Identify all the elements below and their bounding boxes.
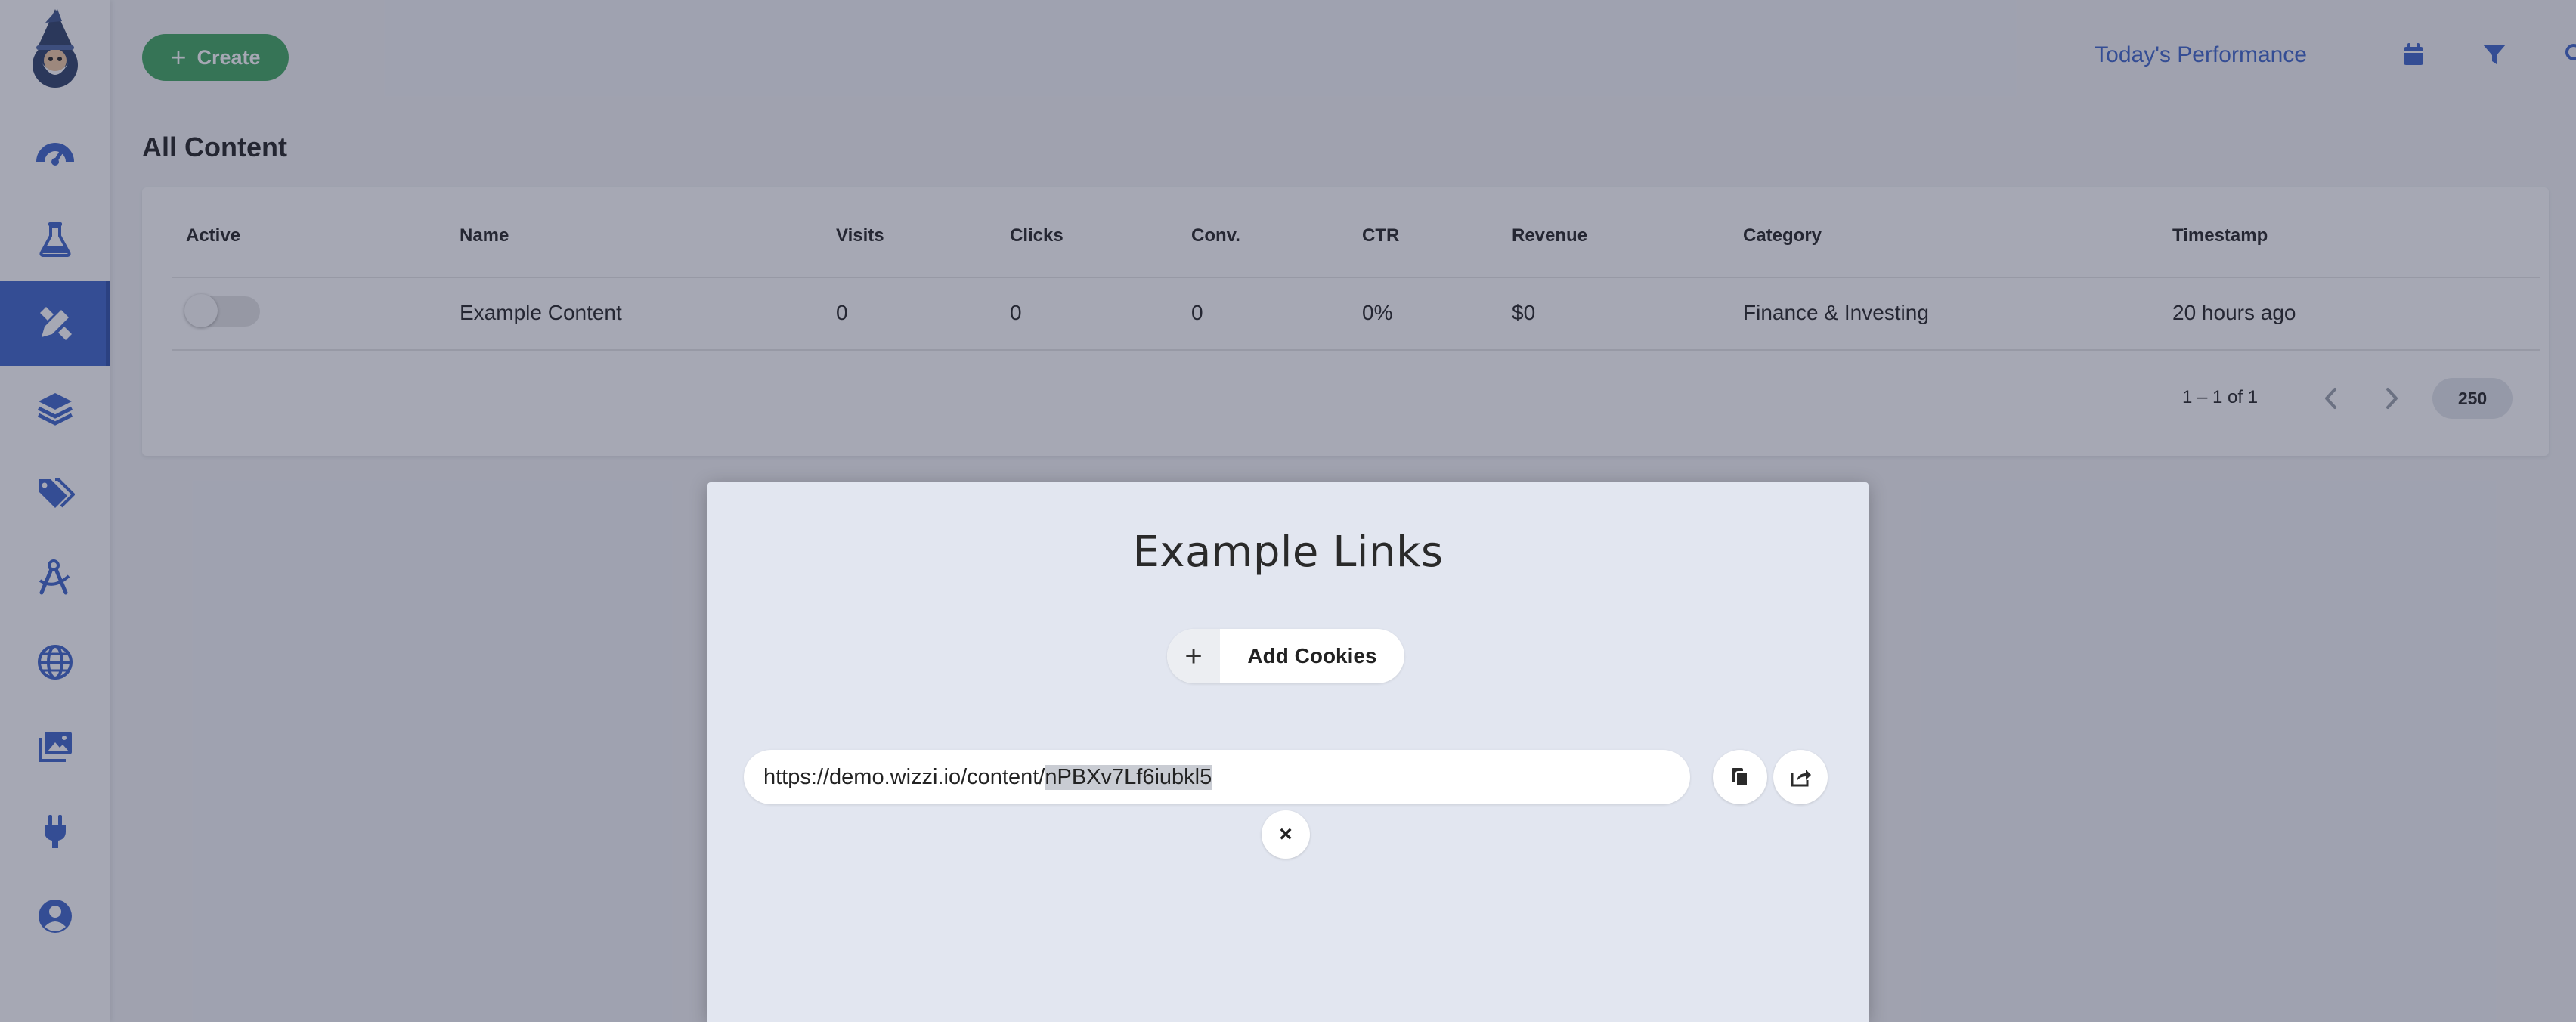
add-cookies-button[interactable]: + Add Cookies <box>1167 629 1404 683</box>
url-prefix: https://demo.wizzi.io/content/ <box>763 764 1045 789</box>
plus-icon: + <box>1167 629 1220 683</box>
content-url-field[interactable]: https://demo.wizzi.io/content/nPBXv7Lf6i… <box>744 750 1690 804</box>
add-cookies-label: Add Cookies <box>1247 644 1377 667</box>
copy-button[interactable] <box>1713 750 1767 804</box>
url-selected-slug: nPBXv7Lf6iubkl5 <box>1045 764 1212 790</box>
modal-title: Example Links <box>1132 528 1444 577</box>
example-links-modal: Example Links + Add Cookies https://demo… <box>707 482 1869 1022</box>
copy-icon <box>1732 768 1748 787</box>
close-button[interactable]: × <box>1262 810 1310 859</box>
share-button[interactable] <box>1773 750 1828 804</box>
share-icon <box>1791 770 1811 787</box>
